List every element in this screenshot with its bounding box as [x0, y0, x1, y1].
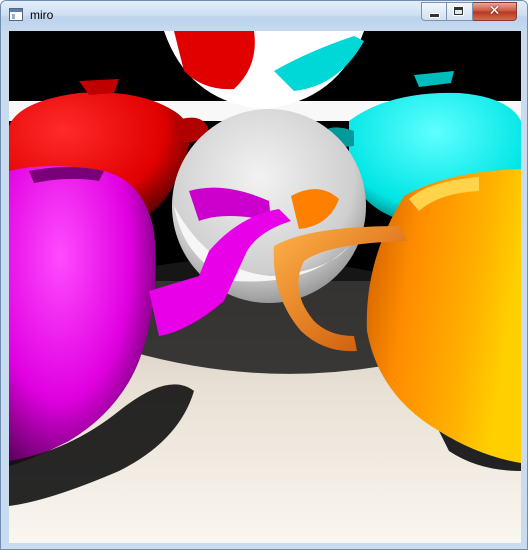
close-icon: ✕	[488, 3, 501, 19]
window-title: miro	[30, 8, 54, 22]
raytraced-scene	[9, 31, 521, 543]
render-viewport[interactable]	[9, 31, 521, 543]
close-button[interactable]: ✕	[473, 2, 517, 21]
title-bar[interactable]: miro ✕	[1, 1, 527, 31]
maximize-icon	[447, 3, 472, 20]
minimize-icon	[422, 3, 446, 20]
app-icon[interactable]	[9, 8, 23, 21]
app-window: miro ✕	[0, 0, 528, 550]
maximize-button[interactable]	[447, 2, 473, 21]
minimize-button[interactable]	[421, 2, 447, 21]
